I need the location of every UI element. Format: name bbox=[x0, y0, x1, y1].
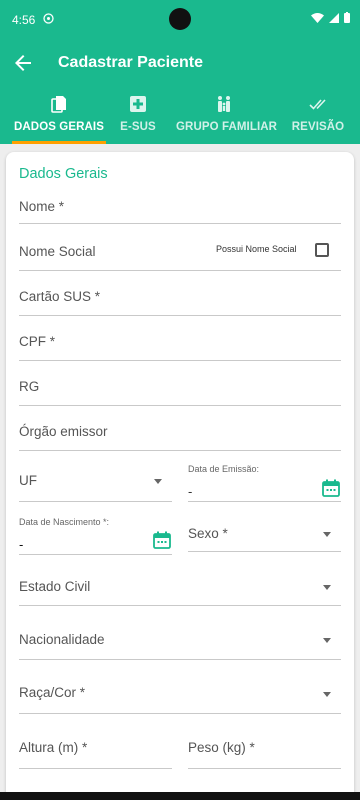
cpf-field[interactable]: CPF * bbox=[19, 327, 341, 361]
chevron-down-icon bbox=[323, 638, 331, 643]
uf-label: UF bbox=[19, 473, 37, 488]
orgao-emissor-label: Órgão emissor bbox=[19, 424, 108, 439]
tab-label: DADOS GERAIS bbox=[13, 121, 105, 133]
tab-bar: DADOS GERAIS E-SUS GRUPO FAMILIAR REVISÃ… bbox=[0, 92, 360, 144]
tab-dados-gerais[interactable]: DADOS GERAIS bbox=[8, 92, 110, 144]
status-bar: 4:56 bbox=[0, 0, 360, 40]
chevron-down-icon bbox=[323, 692, 331, 697]
orgao-emissor-field[interactable]: Órgão emissor bbox=[19, 417, 341, 451]
nome-field[interactable]: Nome * bbox=[19, 192, 341, 224]
data-emissao-label: Data de Emissão: bbox=[188, 464, 260, 474]
nome-social-field[interactable]: Nome Social bbox=[19, 237, 341, 271]
cpf-label: CPF * bbox=[19, 334, 56, 349]
altura-label: Altura (m) * bbox=[19, 740, 88, 755]
possui-nome-social-label: Possui Nome Social bbox=[216, 244, 297, 254]
calendar-icon[interactable] bbox=[152, 530, 172, 550]
nacionalidade-dropdown[interactable]: Nacionalidade bbox=[19, 623, 341, 660]
data-nascimento-label: Data de Nascimento *: bbox=[19, 517, 110, 527]
app-bar: Cadastrar Paciente DADOS GERAIS E-SUS GR… bbox=[0, 40, 360, 144]
document-copy-icon bbox=[50, 95, 68, 113]
data-nascimento-value: - bbox=[19, 537, 24, 552]
chevron-down-icon bbox=[323, 585, 331, 590]
page-title: Cadastrar Paciente bbox=[58, 54, 203, 71]
tab-label: GRUPO FAMILIAR bbox=[176, 121, 278, 133]
cartao-sus-label: Cartão SUS * bbox=[19, 289, 101, 304]
nome-label: Nome * bbox=[19, 199, 65, 214]
rg-field[interactable]: RG bbox=[19, 372, 341, 406]
form-card: Dados Gerais Nome * Nome Social Possui N… bbox=[6, 152, 354, 800]
peso-label: Peso (kg) * bbox=[188, 740, 255, 755]
wifi-icon bbox=[311, 12, 324, 23]
tab-revisao[interactable]: REVISÃO bbox=[288, 92, 348, 144]
notification-icon bbox=[43, 13, 54, 27]
battery-icon bbox=[344, 12, 350, 23]
status-time: 4:56 bbox=[12, 13, 36, 27]
camera-cutout bbox=[169, 8, 191, 30]
active-tab-indicator bbox=[12, 141, 106, 144]
nome-social-label: Nome Social bbox=[19, 244, 96, 259]
back-arrow-icon[interactable] bbox=[11, 51, 35, 75]
raca-cor-dropdown[interactable]: Raça/Cor * bbox=[19, 677, 341, 714]
family-icon bbox=[215, 95, 233, 113]
medical-cross-icon bbox=[129, 95, 147, 113]
tab-grupo-familiar[interactable]: GRUPO FAMILIAR bbox=[176, 92, 278, 144]
altura-field[interactable]: Altura (m) * bbox=[19, 732, 172, 769]
rg-label: RG bbox=[19, 379, 40, 394]
tab-label: REVISÃO bbox=[291, 121, 345, 133]
data-emissao-field[interactable]: Data de Emissão: - bbox=[188, 464, 341, 502]
possui-nome-social-checkbox[interactable] bbox=[315, 243, 329, 257]
sexo-label: Sexo * bbox=[188, 526, 228, 541]
sexo-dropdown[interactable]: Sexo * bbox=[188, 516, 341, 552]
peso-field[interactable]: Peso (kg) * bbox=[188, 732, 341, 769]
nacionalidade-label: Nacionalidade bbox=[19, 632, 105, 647]
estado-civil-label: Estado Civil bbox=[19, 579, 91, 594]
data-nascimento-field[interactable]: Data de Nascimento *: - bbox=[19, 517, 172, 555]
tab-e-sus[interactable]: E-SUS bbox=[114, 92, 162, 144]
system-nav-bar bbox=[0, 792, 360, 800]
calendar-icon[interactable] bbox=[321, 478, 341, 498]
signal-icon bbox=[329, 12, 339, 23]
section-title: Dados Gerais bbox=[19, 166, 108, 182]
chevron-down-icon bbox=[323, 532, 331, 537]
uf-dropdown[interactable]: UF bbox=[19, 465, 172, 502]
data-emissao-value: - bbox=[188, 484, 193, 499]
raca-cor-label: Raça/Cor * bbox=[19, 685, 86, 700]
cartao-sus-field[interactable]: Cartão SUS * bbox=[19, 282, 341, 316]
tab-label: E-SUS bbox=[120, 121, 156, 133]
chevron-down-icon bbox=[154, 479, 162, 484]
estado-civil-dropdown[interactable]: Estado Civil bbox=[19, 570, 341, 606]
double-check-icon bbox=[309, 95, 327, 113]
